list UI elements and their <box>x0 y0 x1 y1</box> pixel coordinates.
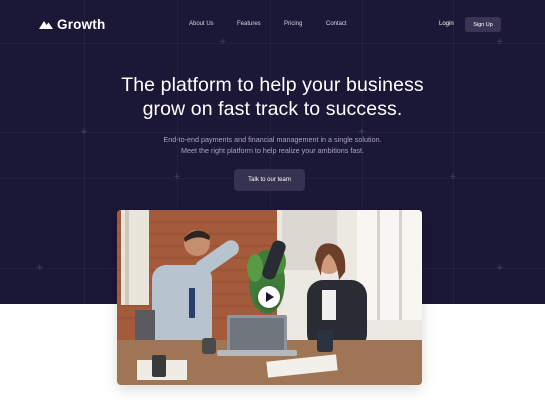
plus-decoration: + <box>173 172 181 182</box>
menu-item-about-us[interactable]: About Us <box>189 21 214 27</box>
menu-item-features[interactable]: Features <box>237 21 261 27</box>
top-navigation: Growth About Us Features Pricing Contact… <box>0 0 545 50</box>
hero-subtitle-line: Meet the right platform to help realize … <box>181 146 364 155</box>
play-icon <box>266 292 274 302</box>
talk-to-team-button[interactable]: Talk to our team <box>234 169 305 191</box>
menu-item-contact[interactable]: Contact <box>326 21 347 27</box>
sign-up-button[interactable]: Sign Up <box>465 17 501 32</box>
menu-item-pricing[interactable]: Pricing <box>284 21 302 27</box>
plus-decoration: + <box>449 172 457 182</box>
play-button[interactable] <box>258 286 280 308</box>
login-link[interactable]: Login <box>439 21 454 27</box>
brand-logo[interactable]: Growth <box>39 17 105 32</box>
plus-decoration: + <box>496 263 504 273</box>
hero-headline-line: The platform to help your business <box>121 74 424 96</box>
hero-headline: The platform to help your business grow … <box>0 73 545 121</box>
hero-subtitle: End-to-end payments and financial manage… <box>0 134 545 156</box>
plus-decoration: + <box>36 263 44 273</box>
hero-headline-line: grow on fast track to success. <box>142 98 403 120</box>
hero-subtitle-line: End-to-end payments and financial manage… <box>163 135 382 144</box>
mountain-icon <box>39 21 53 29</box>
brand-name: Growth <box>57 17 106 32</box>
